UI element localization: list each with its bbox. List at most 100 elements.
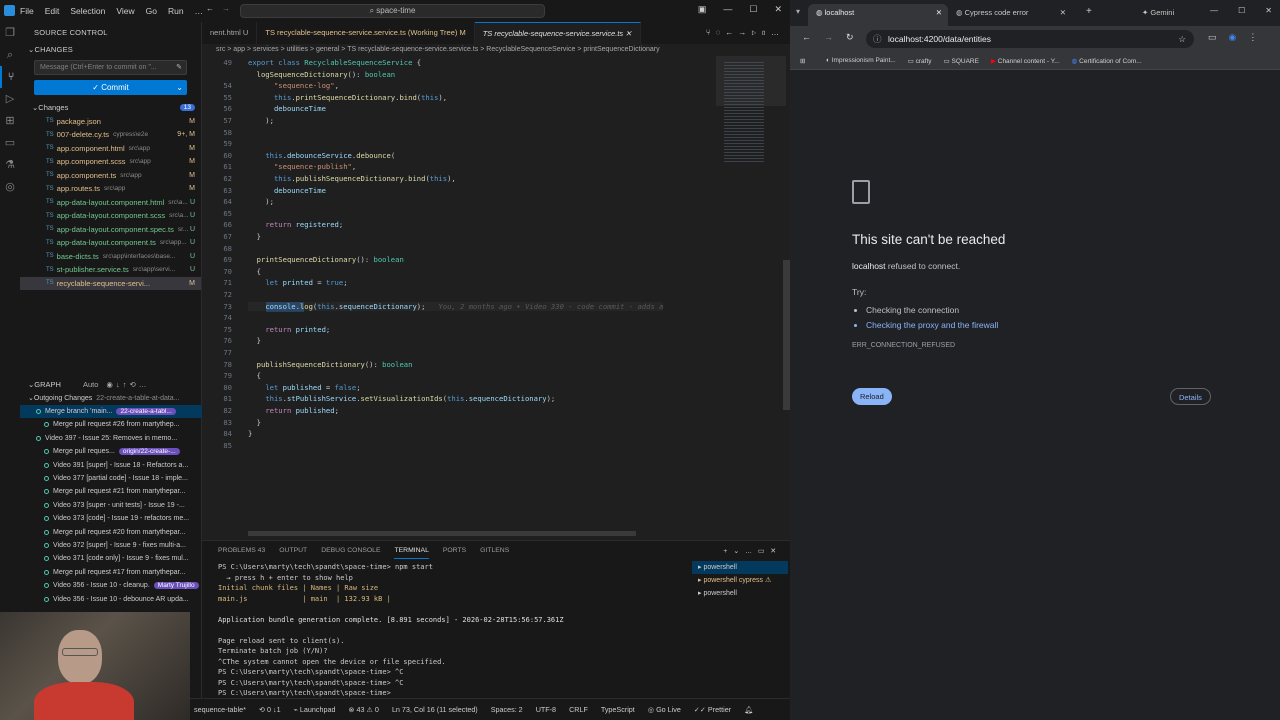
code-line[interactable]: let published = false;: [248, 383, 360, 392]
details-button[interactable]: Details: [1170, 388, 1211, 405]
changed-file-item[interactable]: TS st-publisher.service.ts src\app\servi..…: [20, 263, 201, 277]
address-bar[interactable]: ⓘ localhost:4200/data/entities ☆: [866, 30, 1194, 48]
status-golive[interactable]: ◎ Go Live: [648, 705, 681, 714]
code-editor[interactable]: 49 export class RecyclableSequenceService…: [202, 56, 790, 536]
new-tab-icon[interactable]: +: [1086, 6, 1092, 17]
status-spaces[interactable]: Spaces: 2: [491, 705, 523, 714]
changes-group[interactable]: ⌄ Changes 13: [20, 101, 201, 115]
bookmark-square[interactable]: ▭ SQUARE: [944, 57, 979, 65]
code-line[interactable]: export class RecyclableSequenceService {: [248, 58, 421, 67]
close-window-icon[interactable]: ✕: [1265, 6, 1272, 15]
graph-commit-row[interactable]: Video 377 [partial code] - Issue 18 - im…: [20, 472, 202, 485]
graph-commit-row[interactable]: Video 356 - Issue 10 - debounce AR upda.…: [20, 592, 202, 605]
code-line[interactable]: return registered;: [248, 220, 343, 229]
horizontal-scrollbar[interactable]: [248, 531, 636, 536]
suggestion-proxy-firewall-link[interactable]: Checking the proxy and the firewall: [866, 320, 1272, 330]
code-line[interactable]: this.debounceService.debounce(: [248, 151, 395, 160]
menu-edit[interactable]: Edit: [45, 6, 60, 16]
changed-file-item[interactable]: TS recyclable-sequence-servi... M: [20, 276, 201, 290]
bookmark-certification[interactable]: ◍ Certification of Com...: [1072, 57, 1142, 65]
changed-file-item[interactable]: TS app-data-layout.component.html src\a...…: [20, 196, 201, 210]
menu-go[interactable]: Go: [146, 6, 157, 16]
command-center-search[interactable]: ⌕ space-time: [240, 4, 545, 18]
menu-view[interactable]: View: [116, 6, 134, 16]
run-debug-icon[interactable]: ▷: [0, 88, 20, 110]
graph-commit-row[interactable]: Merge pull reques... origin/22-create-...: [20, 445, 202, 458]
gitlens-icon[interactable]: ◎: [0, 176, 20, 198]
code-line[interactable]: }: [248, 429, 252, 438]
graph-commit-row[interactable]: Merge pull request #20 from martythepar.…: [20, 525, 202, 538]
search-view-icon[interactable]: ⌕: [0, 44, 20, 66]
menu-more-icon[interactable]: …: [195, 6, 204, 16]
close-tab-icon[interactable]: ✕: [1060, 4, 1066, 22]
minimize-icon[interactable]: —: [723, 4, 732, 15]
terminal-item-powershell-2[interactable]: ▸ powershell: [692, 587, 788, 600]
graph-commit-row[interactable]: Video 356 - Issue 10 - cleanup. Marty Tru…: [20, 579, 202, 592]
changed-file-item[interactable]: TS app-data-layout.component.scss src\a...…: [20, 209, 201, 223]
code-line[interactable]: return printed;: [248, 325, 330, 334]
code-line[interactable]: printSequenceDictionary(): boolean: [248, 255, 404, 264]
changes-section-header[interactable]: ⌄ CHANGES: [20, 42, 201, 56]
status-branch[interactable]: sequence-table*: [194, 705, 246, 714]
reload-button[interactable]: Reload: [852, 388, 892, 405]
browser-tab-localhost[interactable]: ◍ localhost ✕: [808, 4, 948, 26]
panel-actions-icon[interactable]: +⌄…▭✕: [723, 547, 782, 559]
site-info-icon[interactable]: ⓘ: [873, 30, 882, 48]
graph-commit-row[interactable]: Merge pull request #26 from martythep...: [20, 418, 202, 431]
minimize-icon[interactable]: —: [1210, 6, 1218, 15]
code-line[interactable]: this.printSequenceDictionary.bind(this),: [248, 93, 447, 102]
graph-commit-row[interactable]: Merge pull request #21 from martythepar.…: [20, 485, 202, 498]
changed-file-item[interactable]: TS app.component.scss src\app M: [20, 155, 201, 169]
menu-file[interactable]: File: [20, 6, 34, 16]
code-line[interactable]: console.log(this.sequenceDictionary); Yo…: [248, 302, 663, 311]
tab-terminal[interactable]: TERMINAL: [394, 547, 429, 559]
graph-actions-icon[interactable]: ◉↓↑⟲…: [106, 380, 149, 389]
code-line[interactable]: "sequence-publish",: [248, 162, 356, 171]
graph-header[interactable]: ⌄ GRAPH Auto ◉↓↑⟲…: [20, 378, 202, 392]
code-line[interactable]: debounceTime: [248, 186, 326, 195]
bookmark-star-icon[interactable]: ☆: [1178, 30, 1186, 48]
tab-output[interactable]: OUTPUT: [279, 547, 307, 559]
close-tab-icon[interactable]: ✕: [936, 4, 942, 22]
code-line[interactable]: );: [248, 197, 274, 206]
apps-grid-icon[interactable]: ⊞: [800, 57, 805, 65]
profile-icon[interactable]: ◉: [1229, 32, 1237, 43]
code-line[interactable]: let printed = true;: [248, 278, 347, 287]
graph-commit-row[interactable]: Video 373 [code] - Issue 19 - refactors …: [20, 512, 202, 525]
code-line[interactable]: }: [248, 336, 261, 345]
code-line[interactable]: }: [248, 232, 261, 241]
status-sync[interactable]: ⟲ 0 ↓1: [259, 705, 281, 714]
back-icon[interactable]: ←: [802, 32, 811, 42]
layout-toggle-icon[interactable]: ▣: [698, 4, 707, 15]
changed-file-item[interactable]: TS app-data-layout.component.spec.ts sr...…: [20, 223, 201, 237]
extensions-icon[interactable]: ⊞: [0, 110, 20, 132]
breadcrumb[interactable]: src > app > services > utilities > gener…: [202, 44, 790, 56]
changed-file-item[interactable]: TS 007-delete.cy.ts cypress\e2e 9+, M: [20, 128, 201, 142]
commit-button[interactable]: ✓ Commit ⌄: [34, 80, 187, 95]
nav-back-icon[interactable]: ←: [206, 4, 214, 13]
terminal-item-powershell-1[interactable]: ▸ powershell: [692, 561, 788, 574]
sidepanel-icon[interactable]: ▭: [1208, 32, 1217, 43]
tab-ports[interactable]: PORTS: [443, 547, 466, 559]
tab-debug-console[interactable]: DEBUG CONSOLE: [321, 547, 380, 559]
tab-working-tree[interactable]: TS recyclable-sequence-service.service.t…: [257, 22, 475, 44]
reload-icon[interactable]: ↻: [846, 32, 854, 43]
browser-tab-cypress[interactable]: ◍ Cypress code error ✕: [948, 4, 1072, 26]
graph-commit-row[interactable]: Video 391 [super] - Issue 18 - Refactors…: [20, 458, 202, 471]
tab-gitlens[interactable]: GITLENS: [480, 547, 509, 559]
code-line[interactable]: }: [248, 418, 261, 427]
sparkle-icon[interactable]: ✎: [176, 61, 182, 74]
commit-dropdown-icon[interactable]: ⌄: [176, 80, 183, 95]
code-line[interactable]: );: [248, 116, 274, 125]
changed-file-item[interactable]: TS app.component.html src\app M: [20, 142, 201, 156]
changed-file-item[interactable]: TS app.component.ts src\app M: [20, 169, 201, 183]
graph-commit-row[interactable]: Video 371 [code only] - Issue 9 - fixes …: [20, 552, 202, 565]
editor-scrollbar[interactable]: [783, 260, 790, 410]
nav-forward-icon[interactable]: →: [222, 4, 230, 13]
code-line[interactable]: {: [248, 267, 261, 276]
code-line[interactable]: debounceTime: [248, 104, 326, 113]
status-problems[interactable]: ⊗ 43 ⚠ 0: [348, 705, 378, 714]
code-line[interactable]: this.publishSequenceDictionary.bind(this…: [248, 174, 456, 183]
changed-file-item[interactable]: TS app.routes.ts src\app M: [20, 182, 201, 196]
menu-kebab-icon[interactable]: ⋮: [1248, 32, 1257, 43]
